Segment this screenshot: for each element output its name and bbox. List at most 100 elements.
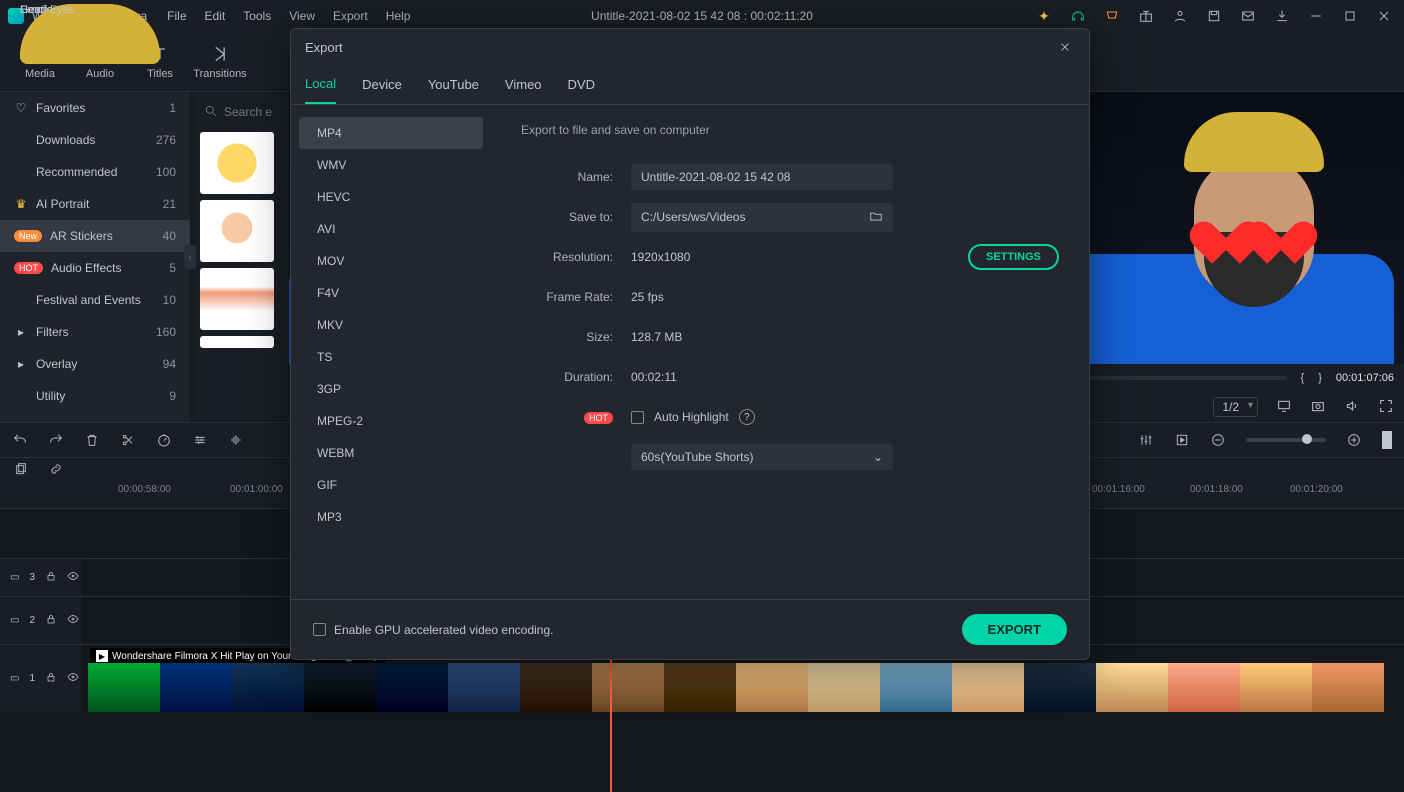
asset-emojis[interactable]: Emojis: [200, 132, 283, 194]
format-wmv[interactable]: WMV: [299, 149, 483, 181]
export-tab-device[interactable]: Device: [362, 65, 402, 104]
search-icon: [204, 104, 218, 121]
tips-icon[interactable]: ✦: [1036, 8, 1052, 24]
format-3gp[interactable]: 3GP: [299, 373, 483, 405]
export-tab-vimeo[interactable]: Vimeo: [505, 65, 542, 104]
tab-transitions[interactable]: Transitions: [190, 32, 250, 91]
adjust-icon[interactable]: [192, 432, 208, 448]
sidebar-item-audio-effects[interactable]: HOTAudio Effects5: [0, 252, 190, 284]
cart-icon[interactable]: [1104, 8, 1120, 24]
help-icon[interactable]: ?: [739, 409, 755, 425]
chevron-right-icon: ▸: [14, 357, 28, 371]
clip-main[interactable]: [88, 663, 1404, 712]
format-f4v[interactable]: F4V: [299, 277, 483, 309]
export-close-icon[interactable]: [1055, 37, 1075, 57]
export-description: Export to file and save on computer: [521, 123, 1059, 137]
lock-icon[interactable]: [45, 570, 57, 585]
display-icon[interactable]: [1276, 398, 1292, 417]
menu-edit[interactable]: Edit: [205, 9, 226, 23]
gpu-checkbox[interactable]: [313, 623, 326, 636]
eye-icon[interactable]: [67, 570, 79, 585]
zoom-out-icon[interactable]: [1210, 432, 1226, 448]
lock-icon[interactable]: [45, 613, 57, 628]
format-hevc[interactable]: HEVC: [299, 181, 483, 213]
link-icon[interactable]: [48, 461, 64, 477]
render-icon[interactable]: [1174, 432, 1190, 448]
audio-edit-icon[interactable]: [228, 432, 244, 448]
sidebar-item-ai-portrait[interactable]: ♛AI Portrait21: [0, 188, 190, 220]
tab-media-label: Media: [25, 68, 55, 80]
menu-help[interactable]: Help: [386, 9, 411, 23]
account-icon[interactable]: [1172, 8, 1188, 24]
split-icon[interactable]: [120, 432, 136, 448]
volume-icon[interactable]: [1344, 398, 1360, 417]
export-path-input[interactable]: C:/Users/ws/Videos: [631, 203, 893, 232]
save-icon[interactable]: [1206, 8, 1222, 24]
download-icon[interactable]: [1274, 8, 1290, 24]
copy-icon[interactable]: [12, 461, 28, 477]
sidebar-item-recommended[interactable]: Recommended100: [0, 156, 190, 188]
export-name-input[interactable]: [631, 164, 893, 190]
format-gif[interactable]: GIF: [299, 469, 483, 501]
format-ts[interactable]: TS: [299, 341, 483, 373]
minimize-icon[interactable]: [1308, 8, 1324, 24]
asset-gentleman[interactable]: Gentleman: [200, 200, 283, 262]
format-mpeg2[interactable]: MPEG-2: [299, 405, 483, 437]
undo-icon[interactable]: [12, 432, 28, 448]
export-tab-dvd[interactable]: DVD: [568, 65, 595, 104]
sidebar-item-filters[interactable]: ▸Filters160: [0, 316, 190, 348]
menu-export[interactable]: Export: [333, 9, 368, 23]
sidebar-item-downloads[interactable]: Downloads276: [0, 124, 190, 156]
auto-highlight-checkbox[interactable]: [631, 411, 644, 424]
sidebar-item-favorites[interactable]: ♡Favorites1: [0, 92, 190, 124]
format-mp4[interactable]: MP4: [299, 117, 483, 149]
sidebar-item-utility[interactable]: Utility9: [0, 380, 190, 412]
snapshot-icon[interactable]: [1310, 398, 1326, 417]
folder-icon[interactable]: [869, 209, 883, 226]
auto-highlight-label: Auto Highlight: [654, 410, 729, 424]
zoom-in-icon[interactable]: [1346, 432, 1362, 448]
gift-icon[interactable]: [1138, 8, 1154, 24]
asset-heart-eyes[interactable]: Heart Eyes: [200, 268, 283, 330]
eye-icon[interactable]: [67, 613, 79, 628]
settings-button[interactable]: SETTINGS: [968, 244, 1059, 270]
shorts-select[interactable]: 60s(YouTube Shorts)⌄: [631, 444, 893, 470]
maximize-icon[interactable]: [1342, 8, 1358, 24]
export-button[interactable]: EXPORT: [962, 614, 1067, 645]
chevron-right-icon: ▸: [14, 325, 28, 339]
menu-view[interactable]: View: [289, 9, 315, 23]
delete-icon[interactable]: [84, 432, 100, 448]
redo-icon[interactable]: [48, 432, 64, 448]
sidebar-item-festival[interactable]: Festival and Events10: [0, 284, 190, 316]
marker-in-icon[interactable]: {: [1301, 372, 1305, 384]
zoom-fit-icon[interactable]: [1382, 431, 1392, 449]
message-icon[interactable]: [1240, 8, 1256, 24]
asset-more[interactable]: [200, 336, 283, 348]
format-avi[interactable]: AVI: [299, 213, 483, 245]
export-tab-local[interactable]: Local: [305, 65, 336, 104]
eye-icon[interactable]: [67, 671, 79, 686]
hot-badge: HOT: [14, 262, 43, 274]
playback-speed[interactable]: 1/2: [1213, 397, 1258, 417]
format-mkv[interactable]: MKV: [299, 309, 483, 341]
support-icon[interactable]: [1070, 8, 1086, 24]
mixer-icon[interactable]: [1138, 432, 1154, 448]
format-mov[interactable]: MOV: [299, 245, 483, 277]
sidebar-item-overlay[interactable]: ▸Overlay94: [0, 348, 190, 380]
close-icon[interactable]: [1376, 8, 1392, 24]
zoom-slider[interactable]: [1246, 438, 1326, 442]
format-mp3[interactable]: MP3: [299, 501, 483, 533]
lock-icon[interactable]: [45, 671, 57, 686]
fullscreen-icon[interactable]: [1378, 398, 1394, 417]
menu-tools[interactable]: Tools: [243, 9, 271, 23]
speed-icon[interactable]: [156, 432, 172, 448]
track-video-icon: ▭: [10, 615, 19, 626]
sidebar-resize-handle[interactable]: [190, 92, 194, 422]
format-webm[interactable]: WEBM: [299, 437, 483, 469]
menu-file[interactable]: File: [167, 9, 186, 23]
search-row[interactable]: Search e: [200, 98, 283, 126]
track-video-icon: ▭: [10, 572, 19, 583]
sidebar-item-ar-stickers[interactable]: NewAR Stickers40: [0, 220, 190, 252]
marker-out-icon[interactable]: }: [1318, 372, 1322, 384]
export-tab-youtube[interactable]: YouTube: [428, 65, 479, 104]
